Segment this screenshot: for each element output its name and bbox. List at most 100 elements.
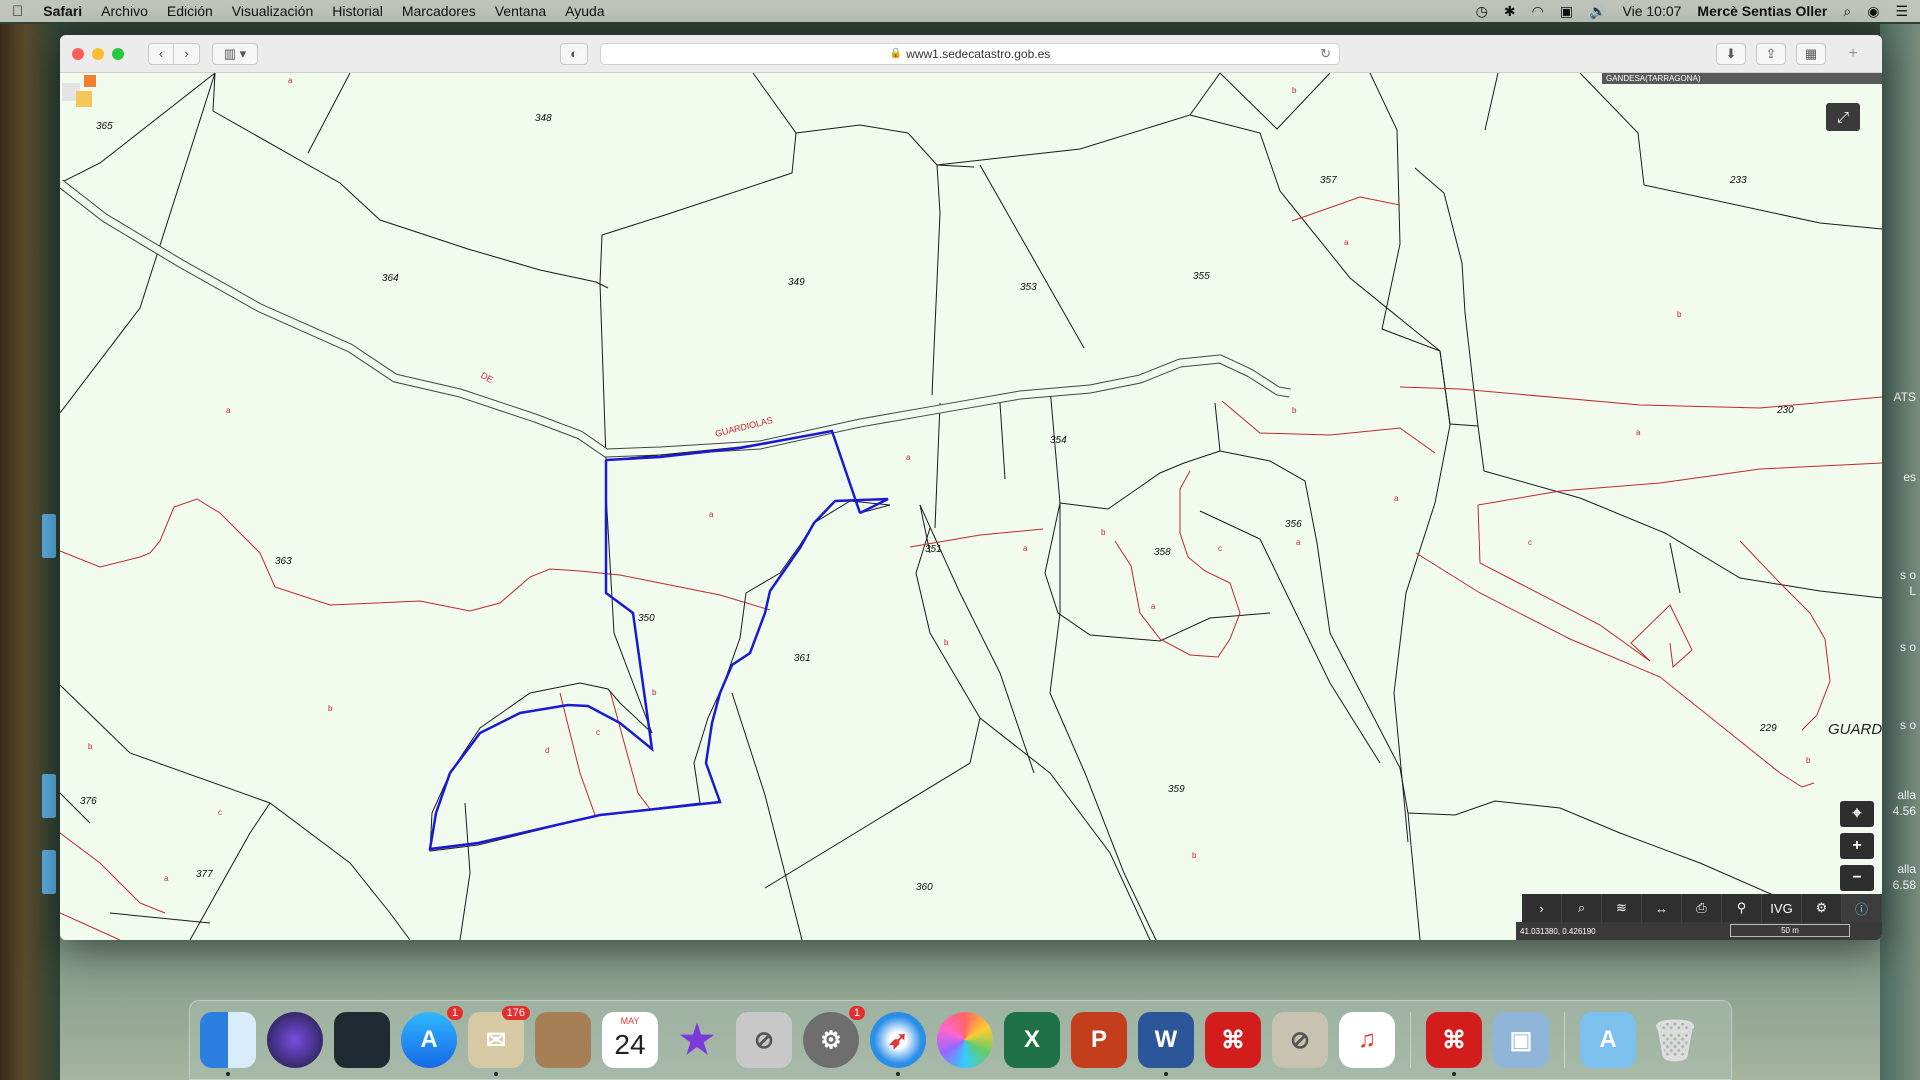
minimize-window-button[interactable] xyxy=(92,47,104,60)
word-icon: W xyxy=(1154,1026,1178,1053)
new-tab-button[interactable]: + xyxy=(1838,43,1868,65)
menu-visualizacion[interactable]: Visualización xyxy=(232,3,313,19)
prohibited-app-dock-icon[interactable]: ⊘ xyxy=(736,1012,792,1068)
music-dock-icon[interactable]: ♫ xyxy=(1339,1012,1395,1068)
parcel-label: 376 xyxy=(80,796,97,807)
menu-marcadores[interactable]: Marcadores xyxy=(402,3,476,19)
word-dock-icon[interactable]: W xyxy=(1138,1012,1194,1076)
subparcel-letter: a xyxy=(226,406,231,415)
preview-dock-icon[interactable]: ▣ xyxy=(1493,1012,1549,1068)
toolbar-expand-button[interactable]: › xyxy=(1522,894,1562,922)
share-button[interactable]: ⇪ xyxy=(1756,42,1786,65)
prohibited-app-2-dock-icon[interactable]: ⊘ xyxy=(1272,1012,1328,1068)
menu-ventana[interactable]: Ventana xyxy=(495,3,546,19)
network-button[interactable]: ⚙ xyxy=(1802,894,1842,922)
subparcel-letter: a xyxy=(1296,538,1301,547)
close-window-button[interactable] xyxy=(72,47,84,60)
safari-dock-icon[interactable]: ➶ xyxy=(870,1012,926,1076)
subparcel-letter: a xyxy=(1344,238,1349,247)
subparcel-letter: b xyxy=(944,638,949,647)
tab-overview-button[interactable]: ▦ xyxy=(1796,42,1826,65)
bluetooth-icon[interactable]: ✱ xyxy=(1504,3,1516,20)
acrobat-reader-dock-icon[interactable]: ⌘ xyxy=(1426,1012,1482,1076)
ivg-button[interactable]: IVG xyxy=(1762,894,1802,922)
coordinate-bar: 41.031380, 0.426190 50 m xyxy=(1516,922,1882,940)
reload-icon[interactable]: ↻ xyxy=(1320,46,1331,62)
parcel-label: 363 xyxy=(275,556,292,567)
parcel-label: 355 xyxy=(1193,271,1210,282)
wifi-icon[interactable]: ◠ xyxy=(1532,3,1544,20)
subparcel-letter: a xyxy=(1636,428,1641,437)
fullscreen-button[interactable]: ⤢ xyxy=(1826,103,1860,131)
downloads-button[interactable]: ⬇ xyxy=(1716,42,1746,65)
measure-button[interactable]: ↔ xyxy=(1642,894,1682,922)
desktop-edge-text: 4.56 xyxy=(1892,804,1916,818)
layers-button[interactable]: ≋ xyxy=(1602,894,1642,922)
sidebar-toggle-button[interactable]: ▥ ▾ xyxy=(212,42,258,65)
menu-ayuda[interactable]: Ayuda xyxy=(565,3,604,19)
parcel-label: 377 xyxy=(196,869,213,880)
keyboard-input-icon[interactable]: ▣ xyxy=(1560,3,1573,20)
zoom-out-button[interactable]: − xyxy=(1840,865,1874,891)
siri-dock-icon[interactable] xyxy=(267,1012,323,1068)
trash-dock-icon[interactable]: 🗑 xyxy=(1647,1012,1703,1068)
scale-label: 50 m xyxy=(1781,926,1799,935)
measure-icon: ↔ xyxy=(1655,900,1668,916)
privacy-report-button[interactable]: ◐ xyxy=(560,42,588,65)
menu-edicion[interactable]: Edición xyxy=(167,3,213,19)
subparcel-letter: b xyxy=(1192,851,1197,860)
photos-dock-icon[interactable] xyxy=(937,1012,993,1068)
prohibited-icon: ⊘ xyxy=(1289,1026,1311,1054)
street-view-button[interactable]: ⚲ xyxy=(1722,894,1762,922)
menubar-user[interactable]: Mercè Sentias Oller xyxy=(1697,3,1827,19)
search-button[interactable]: ⌕ xyxy=(1562,894,1602,922)
mail-dock-icon[interactable]: ✉ 176 xyxy=(468,1006,530,1076)
forward-button[interactable]: › xyxy=(174,42,200,65)
menu-historial[interactable]: Historial xyxy=(332,3,383,19)
info-button[interactable]: ⓘ xyxy=(1842,894,1882,922)
subparcel-letter: c xyxy=(218,808,222,817)
calendar-month: MAY xyxy=(620,1016,640,1026)
address-bar[interactable]: 🔒 www1.sedecatastro.gob.es ↻ xyxy=(600,42,1340,65)
running-indicator xyxy=(1452,1072,1456,1076)
siri-icon[interactable]: ◉ xyxy=(1867,3,1879,20)
menu-archivo[interactable]: Archivo xyxy=(101,3,148,19)
contacts-dock-icon[interactable] xyxy=(535,1012,591,1068)
finder-dock-icon[interactable] xyxy=(200,1012,256,1076)
calendar-dock-icon[interactable]: MAY 24 xyxy=(602,1012,658,1068)
menu-app-name[interactable]: Safari xyxy=(43,3,82,19)
photo-icon: ▣ xyxy=(1509,1026,1533,1054)
maximize-window-button[interactable] xyxy=(112,47,124,60)
app-store-dock-icon[interactable]: A 1 xyxy=(401,1006,463,1068)
notification-center-icon[interactable]: ☰ xyxy=(1895,3,1908,20)
back-button[interactable]: ‹ xyxy=(148,42,174,65)
zoom-in-button[interactable]: + xyxy=(1840,833,1874,859)
music-note-icon: ♫ xyxy=(1358,1026,1376,1053)
apple-menu-icon[interactable]:  xyxy=(12,3,23,20)
map-canvas[interactable]: 365 348 364 349 353 355 357 233 230 354 … xyxy=(60,73,1882,940)
imovie-dock-icon[interactable]: ★ xyxy=(669,1012,725,1068)
desktop-edge-text: L xyxy=(1909,584,1916,598)
subparcel-letter: a xyxy=(1394,494,1399,503)
subparcel-letter: a xyxy=(288,76,293,85)
parcel-label: 229 xyxy=(1759,723,1777,734)
spotlight-search-icon[interactable]: ⌕ xyxy=(1843,3,1851,20)
menubar-clock[interactable]: Vie 10:07 xyxy=(1623,3,1682,19)
system-preferences-dock-icon[interactable]: ⚙ 1 xyxy=(803,1006,865,1068)
acrobat-dock-icon[interactable]: ⌘ xyxy=(1205,1012,1261,1068)
excel-dock-icon[interactable]: X xyxy=(1004,1012,1060,1068)
time-machine-icon[interactable]: ◷ xyxy=(1476,3,1488,20)
volume-icon[interactable]: 🔊 xyxy=(1589,3,1606,20)
toolbar-right-buttons: ⬇ ⇪ ▦ + xyxy=(1716,42,1868,65)
share-icon: ⇪ xyxy=(1765,45,1777,61)
highlight-parcel-350[interactable] xyxy=(428,460,889,851)
mission-control-dock-icon[interactable] xyxy=(334,1012,390,1068)
applications-folder-dock-icon[interactable]: A xyxy=(1580,1012,1636,1068)
powerpoint-dock-icon[interactable]: P xyxy=(1071,1012,1127,1068)
calendar-day: 24 xyxy=(614,1029,646,1060)
locate-button[interactable]: ⌖ xyxy=(1840,801,1874,827)
gear-icon: ⚙ xyxy=(820,1026,842,1054)
cadastral-map[interactable]: 365 348 364 349 353 355 357 233 230 354 … xyxy=(60,73,1882,940)
print-button[interactable]: ⎙ xyxy=(1682,894,1722,922)
print-icon: ⎙ xyxy=(1696,900,1707,915)
